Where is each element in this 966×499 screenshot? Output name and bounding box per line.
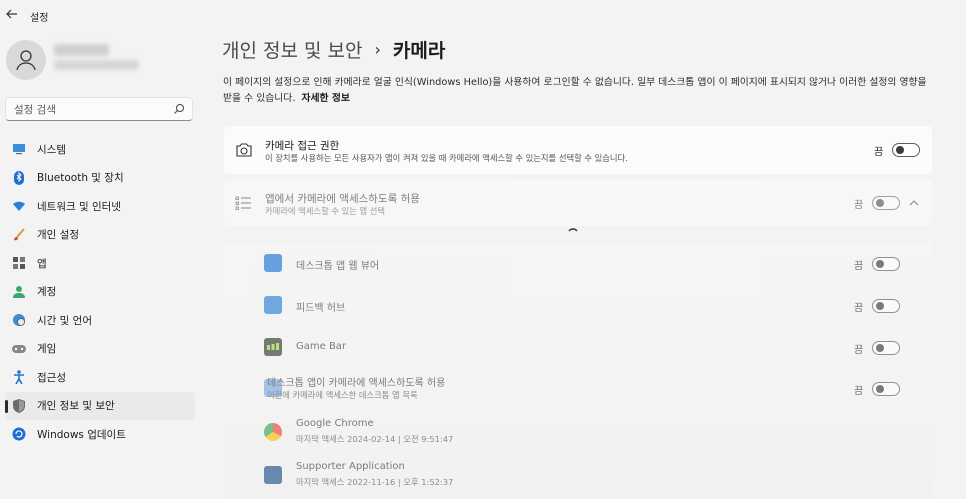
sidebar-item-label: 앱 xyxy=(37,257,47,270)
desktop-apps-state: 끔 xyxy=(854,386,864,397)
chevron-up-icon[interactable] xyxy=(908,197,920,209)
app-access-state: 끔 xyxy=(854,200,864,211)
sidebar-item-label: 시스템 xyxy=(37,143,66,156)
learn-more-link[interactable]: 자세한 정보 xyxy=(301,93,349,104)
account-name-blurred xyxy=(54,44,109,56)
app-access-toggle[interactable] xyxy=(872,196,900,210)
sidebar-item-label: Windows 업데이트 xyxy=(37,428,126,441)
app-state: 끔 xyxy=(854,345,864,356)
app-name: 피드백 허브 xyxy=(296,303,346,314)
desktop-apps-header: 데스크톱 앱이 카메라에 액세스하도록 허용 이전에 카메라에 액세스한 데스크… xyxy=(224,369,932,407)
app-access-card[interactable]: 앱에서 카메라에 액세스하도록 허용 카메라에 액세스할 수 있는 앱 선택 끔 xyxy=(224,180,932,226)
app-access-title: 앱에서 카메라에 액세스하도록 허용 xyxy=(265,193,420,205)
sidebar-item-label: 게임 xyxy=(37,343,57,356)
back-arrow-icon[interactable] xyxy=(5,7,19,21)
camera-icon xyxy=(236,143,252,157)
page-title: 카메라 xyxy=(392,40,446,62)
person-icon xyxy=(16,50,36,71)
search-icon[interactable] xyxy=(173,103,185,115)
app-state: 끔 xyxy=(854,303,864,314)
sidebar-item-label: 네트워크 및 인터넷 xyxy=(37,200,121,213)
sidebar-item-label: 계정 xyxy=(37,286,57,299)
bluetooth-icon xyxy=(12,170,26,185)
avatar[interactable] xyxy=(6,40,46,80)
camera-access-title: 카메라 접근 권한 xyxy=(265,140,340,152)
breadcrumb: 개인 정보 및 보안 › 카메라 xyxy=(222,36,445,63)
feedback-hub-app-icon xyxy=(264,296,282,314)
monitor-icon xyxy=(12,142,26,156)
sidebar-item-label: 개인 정보 및 보안 xyxy=(37,400,115,413)
sidebar-item-accessibility[interactable]: 접근성 xyxy=(5,363,195,392)
camera-access-state: 끔 xyxy=(874,147,884,158)
camera-access-toggle[interactable] xyxy=(892,143,920,157)
sidebar-nav: 시스템 Bluetooth 및 장치 네트워크 및 인터넷 개인 설정 앱 계정… xyxy=(5,135,195,449)
desktop-apps-toggle[interactable] xyxy=(872,382,900,396)
globe-clock-icon xyxy=(12,313,26,327)
breadcrumb-separator: › xyxy=(374,40,381,59)
main-content: 개인 정보 및 보안 › 카메라 이 페이지의 설정으로 인해 카메라로 얼굴 … xyxy=(222,30,966,499)
sidebar-item-gaming[interactable]: 게임 xyxy=(5,335,195,364)
list-item: Google Chrome 마지막 액세스 2024-02-14 | 오전 9:… xyxy=(224,413,932,451)
shield-icon xyxy=(12,398,26,413)
apps-icon xyxy=(12,256,26,270)
chrome-icon xyxy=(264,423,282,441)
wifi-icon xyxy=(12,199,26,213)
list-item: Supporter Application 마지막 액세스 2022-11-16… xyxy=(224,456,932,494)
sidebar-item-label: 개인 설정 xyxy=(37,229,79,242)
sidebar-item-apps[interactable]: 앱 xyxy=(5,249,195,278)
accessibility-icon xyxy=(12,370,26,385)
list-icon xyxy=(235,196,251,210)
sidebar-item-system[interactable]: 시스템 xyxy=(5,135,195,164)
update-icon xyxy=(12,427,26,441)
title-bar: 설정 xyxy=(0,0,966,30)
app-name: Google Chrome xyxy=(296,418,374,429)
game-bar-app-icon xyxy=(264,338,282,356)
app-state: 끔 xyxy=(854,261,864,272)
account-email-blurred xyxy=(54,60,139,70)
app-toggle[interactable] xyxy=(872,299,900,313)
app-name: Game Bar xyxy=(296,341,347,352)
list-item: Game Bar 끔 xyxy=(224,327,932,365)
camera-access-card[interactable]: 카메라 접근 권한 이 장치를 사용하는 모든 사용자가 앱이 켜져 있을 때 … xyxy=(224,126,932,174)
app-list-panel: 데스크톱 앱 웹 뷰어 끔 피드백 허브 끔 Game Bar 끔 데스크톱 앱… xyxy=(224,243,932,499)
sidebar-item-accounts[interactable]: 계정 xyxy=(5,278,195,307)
app-toggle[interactable] xyxy=(872,341,900,355)
app-access-subtitle: 카메라에 액세스할 수 있는 앱 선택 xyxy=(265,206,386,216)
sidebar-item-label: 시간 및 언어 xyxy=(37,314,92,327)
desktop-apps-subtitle: 이전에 카메라에 액세스한 데스크톱 앱 목록 xyxy=(267,390,418,400)
list-item: 데스크톱 앱 웹 뷰어 끔 xyxy=(224,243,932,281)
app-title: 설정 xyxy=(30,13,49,24)
search-input[interactable] xyxy=(6,99,166,121)
camera-access-subtitle: 이 장치를 사용하는 모든 사용자가 앱이 켜져 있을 때 카메라에 액세스할 … xyxy=(265,153,628,163)
sidebar: 시스템 Bluetooth 및 장치 네트워크 및 인터넷 개인 설정 앱 xyxy=(0,30,205,499)
sidebar-item-label: Bluetooth 및 장치 xyxy=(37,172,124,185)
sidebar-item-privacy-security[interactable]: 개인 정보 및 보안 xyxy=(5,391,195,420)
supporter-app-icon xyxy=(264,466,282,484)
search-box[interactable] xyxy=(5,97,193,121)
app-name: 데스크톱 앱 웹 뷰어 xyxy=(296,261,380,272)
last-access: 마지막 액세스 2024-02-14 | 오전 9:51:47 xyxy=(296,434,454,444)
gamepad-icon xyxy=(12,342,26,356)
sidebar-item-network[interactable]: 네트워크 및 인터넷 xyxy=(5,192,195,221)
page-description: 이 페이지의 설정으로 인해 카메라로 얼굴 인식(Windows Hello)… xyxy=(223,75,935,106)
app-toggle[interactable] xyxy=(872,257,900,271)
active-indicator xyxy=(5,399,8,413)
app-name: Supporter Application xyxy=(296,461,405,472)
loading-spinner-icon xyxy=(568,228,578,232)
desktop-apps-title: 데스크톱 앱이 카메라에 액세스하도록 허용 xyxy=(267,378,446,389)
sidebar-item-label: 접근성 xyxy=(37,371,66,384)
last-access: 마지막 액세스 2022-11-16 | 오후 1:52:37 xyxy=(296,477,454,487)
list-item: 피드백 허브 끔 xyxy=(224,285,932,323)
sidebar-item-windows-update[interactable]: Windows 업데이트 xyxy=(5,420,195,449)
sidebar-item-time-language[interactable]: 시간 및 언어 xyxy=(5,306,195,335)
person-icon xyxy=(12,285,26,299)
sidebar-item-personalization[interactable]: 개인 설정 xyxy=(5,221,195,250)
sidebar-item-bluetooth[interactable]: Bluetooth 및 장치 xyxy=(5,164,195,193)
web-viewer-app-icon xyxy=(264,254,282,272)
brush-icon xyxy=(12,228,26,242)
breadcrumb-parent[interactable]: 개인 정보 및 보안 xyxy=(222,36,362,63)
